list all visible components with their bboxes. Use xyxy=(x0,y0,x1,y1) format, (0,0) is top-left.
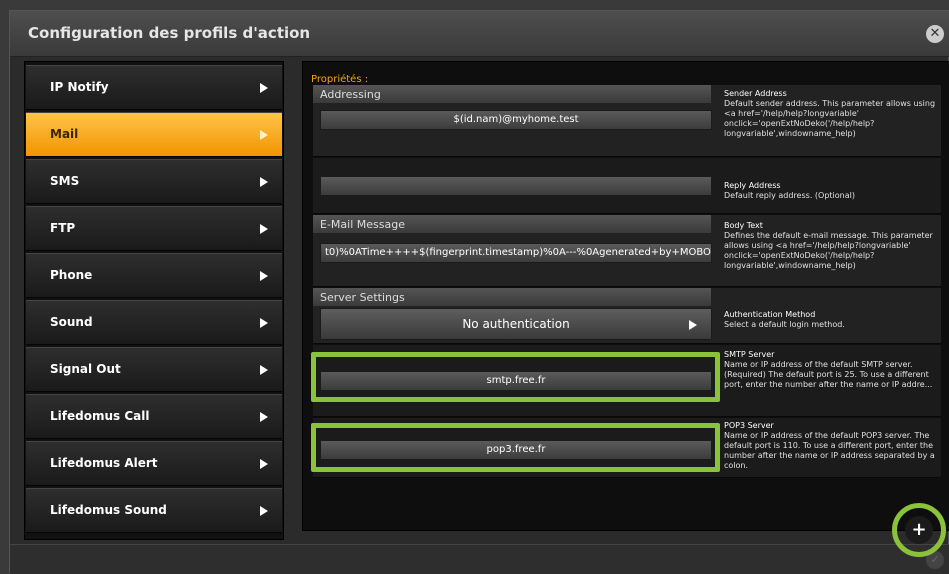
menu-item-ftp[interactable]: FTP xyxy=(26,206,282,251)
body-text-input[interactable]: t0)%0ATime++++$(fingerprint.timestamp)%0… xyxy=(320,243,712,263)
menu-item-label: Lifedomus Call xyxy=(50,409,150,423)
menu-item-phone[interactable]: Phone xyxy=(26,253,282,298)
chevron-right-icon xyxy=(260,459,268,469)
chevron-right-icon xyxy=(260,318,268,328)
chevron-right-icon xyxy=(260,177,268,187)
chevron-right-icon xyxy=(689,320,697,330)
menu-item-lifedomus-alert[interactable]: Lifedomus Alert xyxy=(26,441,282,486)
chevron-right-icon xyxy=(260,224,268,234)
smtp-highlight-box xyxy=(311,352,720,402)
help-title: Reply Address xyxy=(724,181,781,190)
email-message-row: E-Mail Message t0)%0ATime++++$(fingerpri… xyxy=(313,215,941,287)
reply-address-input[interactable] xyxy=(320,176,712,196)
smtp-server-help: SMTP Server Name or IP address of the def… xyxy=(724,350,939,390)
help-title: Authentication Method xyxy=(724,310,816,319)
reply-address-row: Reply Address Default reply address. (Opt… xyxy=(313,158,941,214)
help-text: Defines the default e-mail message. This… xyxy=(724,231,933,270)
menu-item-label: Mail xyxy=(50,127,79,141)
menu-item-label: FTP xyxy=(50,221,76,235)
dialog-footer: ✓ xyxy=(10,544,949,574)
help-text: Name or IP address of the default SMTP s… xyxy=(724,360,933,389)
help-title: SMTP Server xyxy=(724,350,775,359)
action-profiles-dialog: Configuration des profils d'action ✕ IP … xyxy=(9,10,949,574)
sender-address-help: Sender Address Default sender address. Th… xyxy=(724,89,939,139)
menu-item-sms[interactable]: SMS xyxy=(26,159,282,204)
menu-item-label: Sound xyxy=(50,315,93,329)
close-icon[interactable]: ✕ xyxy=(926,25,944,43)
menu-item-mail[interactable]: Mail xyxy=(26,112,282,157)
menu-item-label: Lifedomus Alert xyxy=(50,456,158,470)
menu-item-sound[interactable]: Sound xyxy=(26,300,282,345)
body-text-help: Body Text Defines the default e-mail mess… xyxy=(724,221,939,271)
menu-item-ip-notify[interactable]: IP Notify xyxy=(26,65,282,110)
pop3-server-help: POP3 Server Name or IP address of the def… xyxy=(724,421,939,471)
menu-item-lifedomus-sound[interactable]: Lifedomus Sound xyxy=(26,488,282,533)
help-title: Body Text xyxy=(724,221,763,230)
section-header: Server Settings xyxy=(313,288,711,306)
help-text: Select a default login method. xyxy=(724,320,845,329)
title-bar: Configuration des profils d'action ✕ xyxy=(10,11,949,57)
dialog-title: Configuration des profils d'action xyxy=(28,24,311,42)
menu-item-signal-out[interactable]: Signal Out xyxy=(26,347,282,392)
chevron-right-icon xyxy=(260,271,268,281)
menu-item-label: SMS xyxy=(50,174,80,188)
authentication-select[interactable]: No authentication xyxy=(320,308,712,340)
reply-address-help: Reply Address Default reply address. (Opt… xyxy=(724,181,939,201)
addressing-row: Addressing $(id.nam)@myhome.test Sender … xyxy=(313,85,941,157)
authentication-value: No authentication xyxy=(462,317,570,331)
pop3-highlight-box xyxy=(311,423,720,472)
chevron-right-icon xyxy=(260,130,268,140)
menu-item-label: Phone xyxy=(50,268,93,282)
menu-item-lifedomus-call[interactable]: Lifedomus Call xyxy=(26,394,282,439)
menu-item-label: Lifedomus Sound xyxy=(50,503,167,517)
section-header: Addressing xyxy=(313,85,711,103)
help-text: Default reply address. (Optional) xyxy=(724,191,855,200)
help-text: Name or IP address of the default POP3 s… xyxy=(724,431,935,470)
chevron-right-icon xyxy=(260,83,268,93)
authentication-help: Authentication Method Select a default lo… xyxy=(724,310,939,330)
menu-item-label: Signal Out xyxy=(50,362,121,376)
chevron-right-icon xyxy=(260,365,268,375)
chevron-right-icon xyxy=(260,412,268,422)
profile-type-menu: IP Notify Mail SMS FTP Phone Sound Signa… xyxy=(24,61,284,540)
add-profile-button[interactable]: + xyxy=(905,516,933,544)
properties-label: Propriétés : xyxy=(311,74,369,85)
help-title: Sender Address xyxy=(724,89,787,98)
help-text: Default sender address. This parameter a… xyxy=(724,99,936,138)
server-settings-row: Server Settings No authentication Authen… xyxy=(313,288,941,344)
section-header: E-Mail Message xyxy=(313,215,711,233)
sender-address-input[interactable]: $(id.nam)@myhome.test xyxy=(320,110,712,130)
menu-item-label: IP Notify xyxy=(50,80,109,94)
help-title: POP3 Server xyxy=(724,421,774,430)
chevron-right-icon xyxy=(260,506,268,516)
